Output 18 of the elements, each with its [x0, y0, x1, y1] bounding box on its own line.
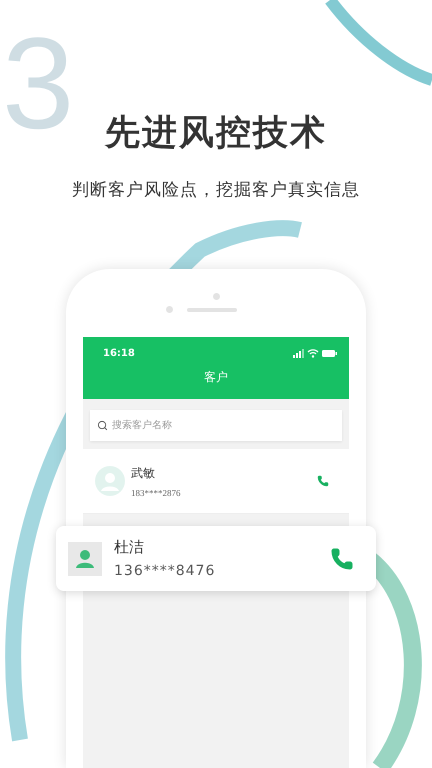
- avatar-icon: [95, 466, 125, 496]
- customer-phone: 183****2876: [131, 488, 182, 498]
- customer-name: 武敏: [131, 464, 156, 482]
- sensor-dot: [166, 306, 172, 313]
- status-icons: [293, 348, 337, 358]
- customer-name: 杜洁: [114, 538, 145, 557]
- customer-card[interactable]: 杜洁 136****8476: [56, 526, 376, 591]
- search-field[interactable]: 搜索客户名称: [90, 410, 342, 441]
- call-button[interactable]: [315, 473, 331, 489]
- status-time: 16:18: [103, 348, 135, 358]
- avatar-icon: [68, 542, 102, 576]
- search-icon: [97, 420, 108, 431]
- nav-title: 客户: [203, 369, 229, 386]
- camera-dot: [212, 293, 220, 300]
- headline: 先进风控技术: [105, 112, 327, 154]
- customer-phone: 136****8476: [114, 563, 216, 579]
- customer-row[interactable]: 武敏 183****2876: [83, 449, 349, 514]
- subtitle: 判断客户风险点，挖掘客户真实信息: [72, 179, 360, 201]
